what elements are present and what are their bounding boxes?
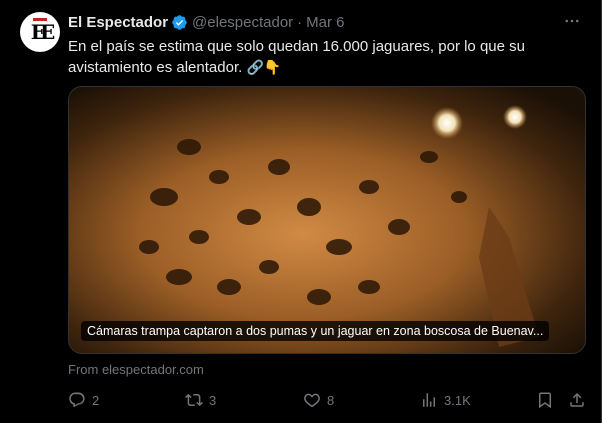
source-link[interactable]: From elespectador.com [68,362,204,377]
tweet-text: En el país se estima que solo quedan 16.… [68,36,588,78]
reply-icon [69,392,85,408]
share-icon [570,392,584,407]
retweet-count: 3 [209,392,217,408]
avatar-logo-letters: EE [30,20,55,44]
tweet-date[interactable]: Mar 6 [306,14,344,31]
jaguar-photo [69,87,585,353]
views-count: 3.1K [444,392,471,408]
share-button[interactable] [568,391,592,409]
tweet-media-card[interactable]: Cámaras trampa captaron a dos pumas y un… [68,86,586,354]
author-name[interactable]: El Espectador [68,14,168,31]
tweet-header: El Espectador @elespectador · Mar 6 [68,12,581,32]
views-icon [423,393,435,407]
retweet-icon [185,393,203,407]
tweet-actions: 2 3 8 3.1K [68,391,588,411]
like-count: 8 [327,392,335,408]
author-handle[interactable]: @elespectador [192,14,293,31]
bookmark-button[interactable] [536,391,560,409]
like-button[interactable]: 8 [303,391,334,409]
tweet-card[interactable]: EE El Espectador @elespectador · Mar 6 E… [0,0,602,423]
more-icon[interactable] [561,10,583,32]
reply-count: 2 [92,392,100,408]
like-icon [304,393,320,408]
verified-badge-icon[interactable] [171,14,188,31]
views-button[interactable]: 3.1K [420,391,471,409]
bookmark-icon [539,392,551,409]
reply-button[interactable]: 2 [68,391,99,409]
media-caption: Cámaras trampa captaron a dos pumas y un… [81,321,550,341]
separator-dot: · [297,13,303,31]
avatar[interactable]: EE [20,12,60,52]
retweet-button[interactable]: 3 [185,391,216,409]
tweet-text-body: En el país se estima que solo quedan 16.… [68,38,525,76]
tweet-emojis: 🔗👇 [246,59,282,75]
